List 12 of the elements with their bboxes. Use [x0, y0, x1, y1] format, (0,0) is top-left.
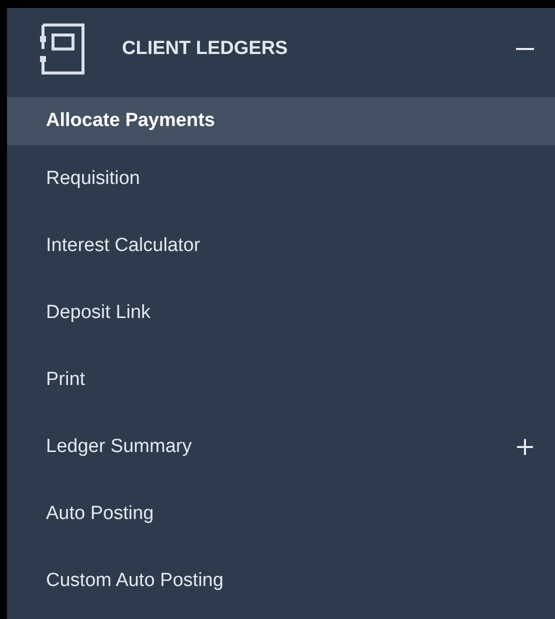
menu-item[interactable]: Print: [7, 346, 555, 413]
section-header[interactable]: CLIENT LEDGERS: [7, 8, 555, 97]
menu-item[interactable]: Deposit Link: [7, 279, 555, 346]
menu-item[interactable]: Auto Posting: [7, 480, 555, 547]
menu-item[interactable]: Allocate Payments: [7, 97, 555, 145]
section-title: CLIENT LEDGERS: [122, 38, 289, 60]
expand-icon[interactable]: [516, 438, 534, 456]
menu-item[interactable]: Interest Calculator: [7, 212, 555, 279]
menu-item[interactable]: Ledger Summary: [7, 413, 555, 480]
ledger-book-icon: [38, 22, 86, 76]
menu-item[interactable]: Requisition: [7, 145, 555, 212]
menu-item[interactable]: Custom Auto Posting: [7, 547, 555, 614]
